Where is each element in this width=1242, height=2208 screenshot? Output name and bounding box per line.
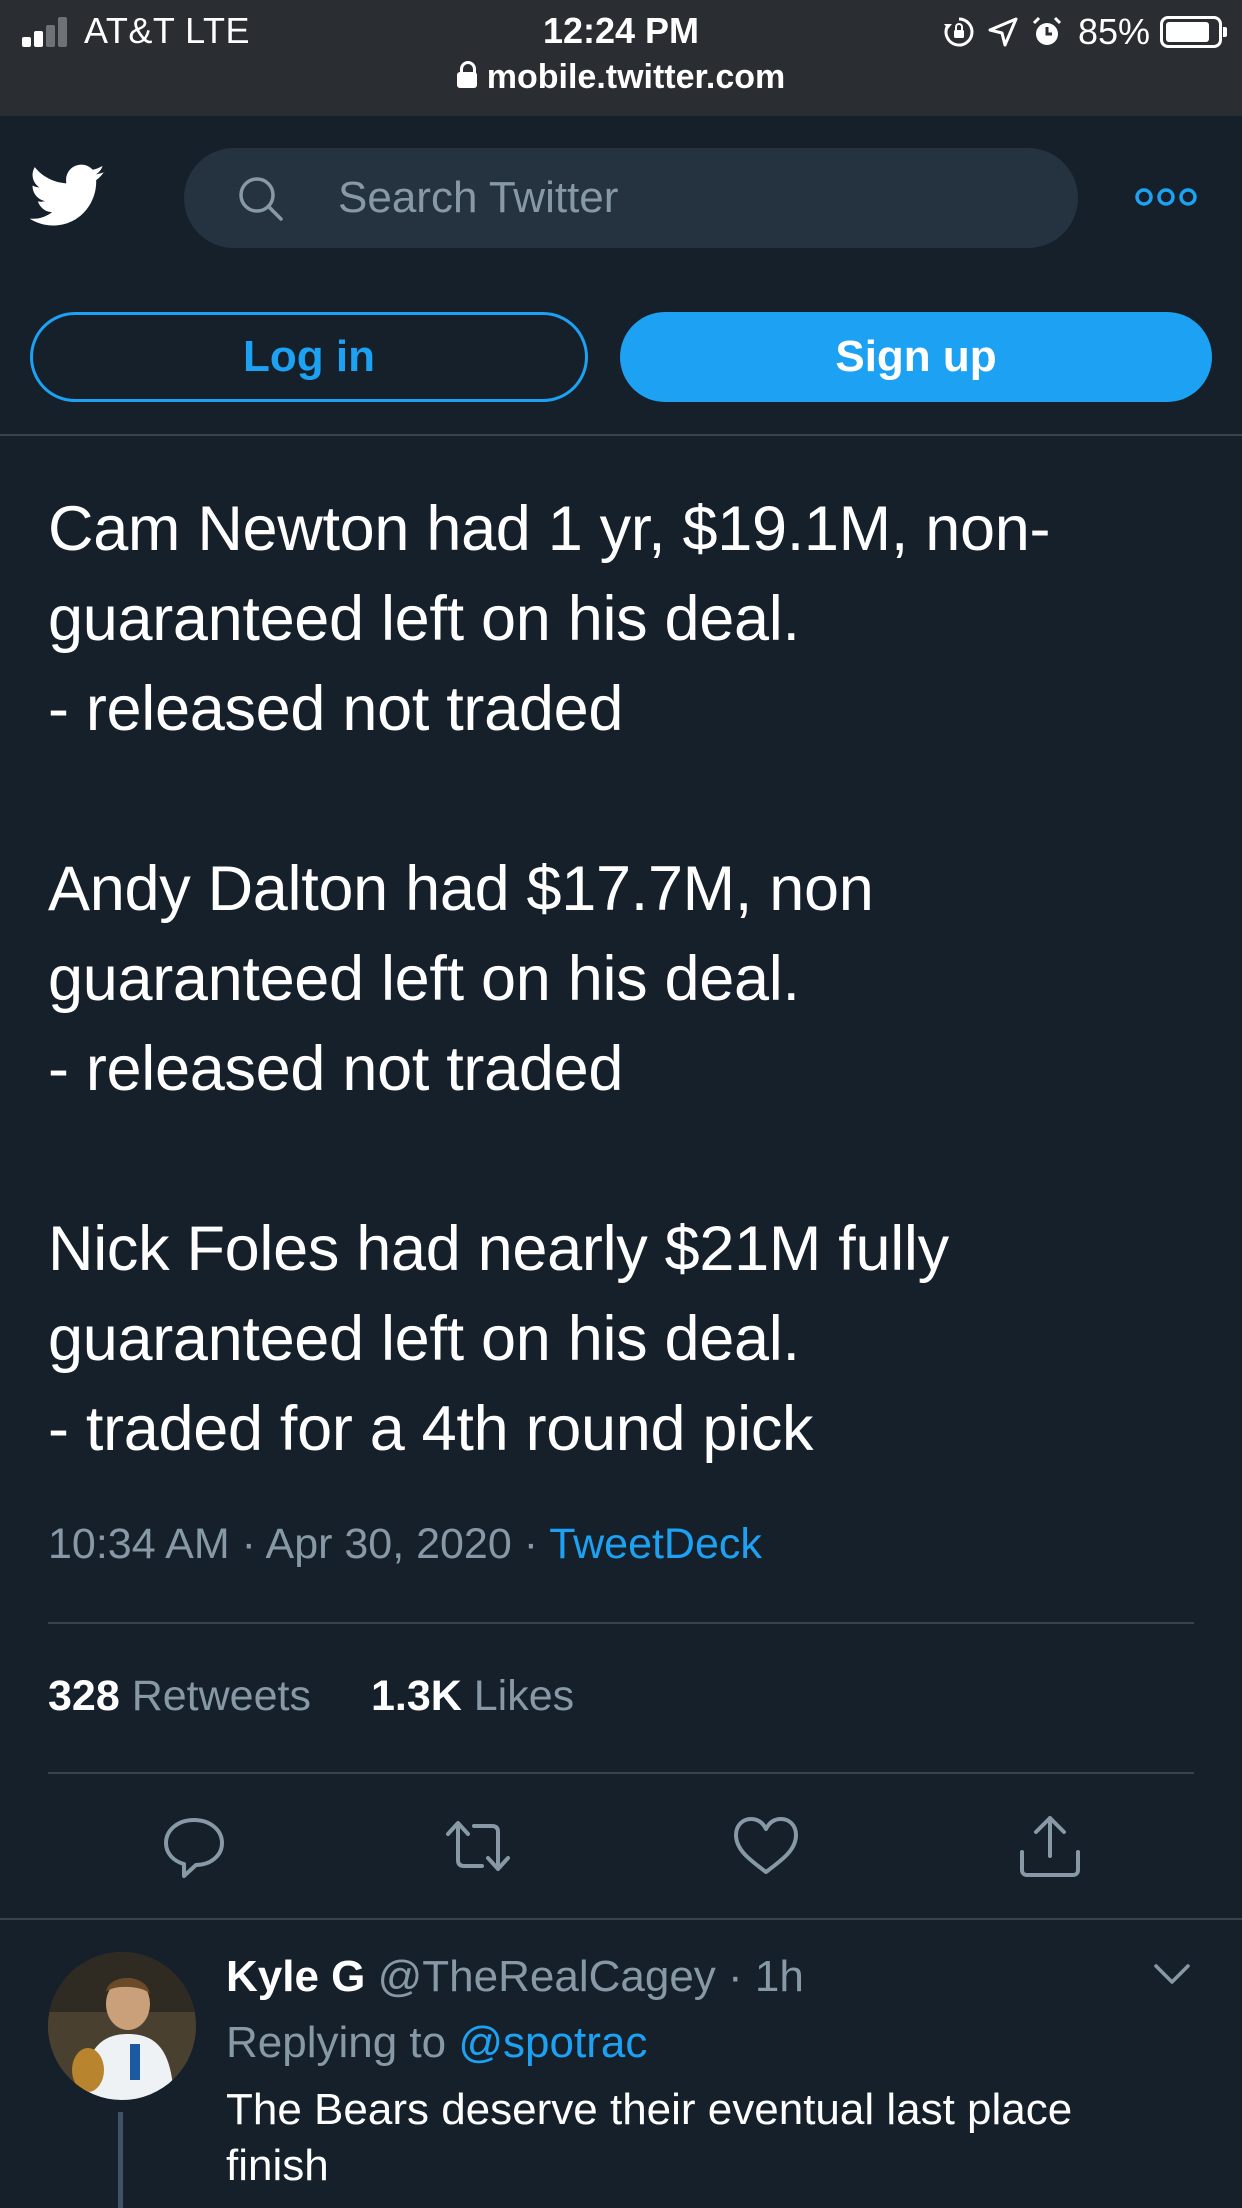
alarm-icon bbox=[1032, 16, 1061, 45]
likes-stat[interactable]: 1.3K Likes bbox=[371, 1672, 574, 1720]
reply-header: Kyle G @TheRealCagey · 1h bbox=[226, 1952, 804, 2002]
tweet-line: Cam Newton had 1 yr, $19.1M, non- bbox=[48, 494, 1051, 564]
divider bbox=[0, 1918, 1242, 1920]
twitter-bird-icon[interactable] bbox=[30, 164, 106, 228]
tweet-meta: 10:34 AM · Apr 30, 2020 · TweetDeck bbox=[48, 1520, 762, 1569]
avatar[interactable] bbox=[48, 1952, 196, 2100]
battery-percent: 85% bbox=[1077, 11, 1150, 52]
search-input[interactable] bbox=[338, 166, 1018, 230]
more-icon[interactable] bbox=[1134, 182, 1198, 212]
divider bbox=[48, 1622, 1194, 1624]
retweets-count: 328 bbox=[48, 1672, 120, 1720]
search-bar[interactable] bbox=[184, 148, 1078, 248]
search-icon bbox=[239, 177, 283, 221]
reply-icon[interactable] bbox=[158, 1810, 230, 1882]
signup-button[interactable]: Sign up bbox=[620, 312, 1212, 402]
tweet-line: Andy Dalton had $17.7M, non bbox=[48, 854, 874, 924]
tweet-stats: 328 Retweets 1.3K Likes bbox=[48, 1672, 574, 1721]
url-text: mobile.twitter.com bbox=[486, 58, 786, 96]
retweet-icon[interactable] bbox=[442, 1810, 514, 1882]
tweet-line: guaranteed left on his deal. bbox=[48, 1304, 800, 1374]
likes-count: 1.3K bbox=[370, 1672, 462, 1720]
tweet-line: - traded for a 4th round pick bbox=[48, 1394, 814, 1464]
status-icons: 85% bbox=[942, 11, 1227, 52]
address-bar[interactable]: mobile.twitter.com bbox=[0, 58, 1242, 97]
tweet-text: Cam Newton had 1 yr, $19.1M, non- guaran… bbox=[48, 484, 1208, 1474]
twitter-header: Log in Sign up bbox=[0, 116, 1242, 436]
divider bbox=[48, 1772, 1194, 1774]
retweets-stat[interactable]: 328 Retweets bbox=[48, 1672, 311, 1720]
share-icon[interactable] bbox=[1014, 1810, 1086, 1882]
separator-dot: · bbox=[728, 1952, 743, 2001]
lock-icon bbox=[456, 61, 477, 88]
tweet-line: - released not traded bbox=[48, 1034, 624, 1104]
reply-text: The Bears deserve their eventual last pl… bbox=[226, 2085, 1073, 2190]
tweet-source-link[interactable]: TweetDeck bbox=[549, 1520, 762, 1568]
tweet-line: guaranteed left on his deal. bbox=[48, 584, 800, 654]
tweet-paragraph: Cam Newton had 1 yr, $19.1M, non- guaran… bbox=[48, 484, 1208, 754]
status-bar: AT&T LTE 12:24 PM mobile.twitter.com 85% bbox=[0, 0, 1242, 116]
replying-handle-link[interactable]: @spotrac bbox=[458, 2018, 647, 2067]
tweet-paragraph: Nick Foles had nearly $21M fully guarant… bbox=[48, 1204, 1208, 1474]
tweet-line: Nick Foles had nearly $21M fully bbox=[48, 1214, 949, 1284]
tweet-paragraph: Andy Dalton had $17.7M, non guaranteed l… bbox=[48, 844, 1208, 1114]
reply-time: 1h bbox=[754, 1952, 804, 2001]
like-icon[interactable] bbox=[730, 1810, 802, 1882]
chevron-down-icon[interactable] bbox=[1152, 1960, 1192, 1990]
location-icon bbox=[988, 17, 1018, 47]
replying-prefix: Replying to bbox=[226, 2018, 459, 2067]
orientation-lock-icon bbox=[943, 17, 974, 47]
login-button[interactable]: Log in bbox=[30, 312, 588, 402]
tweet-timestamp[interactable]: 10:34 AM · Apr 30, 2020 · bbox=[48, 1520, 549, 1568]
replying-to: Replying to @spotrac bbox=[226, 2018, 647, 2068]
avatar-image bbox=[48, 1952, 196, 2100]
battery-fill bbox=[1166, 22, 1209, 42]
retweets-label: Retweets bbox=[131, 1672, 311, 1720]
tweet-line: guaranteed left on his deal. bbox=[48, 944, 800, 1014]
likes-label: Likes bbox=[473, 1672, 575, 1720]
tweet-actions bbox=[0, 1810, 1242, 1890]
thread-line bbox=[118, 2112, 123, 2208]
reply-author-handle[interactable]: @TheRealCagey bbox=[378, 1952, 716, 2001]
reply-author-name[interactable]: Kyle G bbox=[226, 1952, 365, 2001]
tweet-line: - released not traded bbox=[48, 674, 624, 744]
battery-icon bbox=[1160, 16, 1227, 48]
